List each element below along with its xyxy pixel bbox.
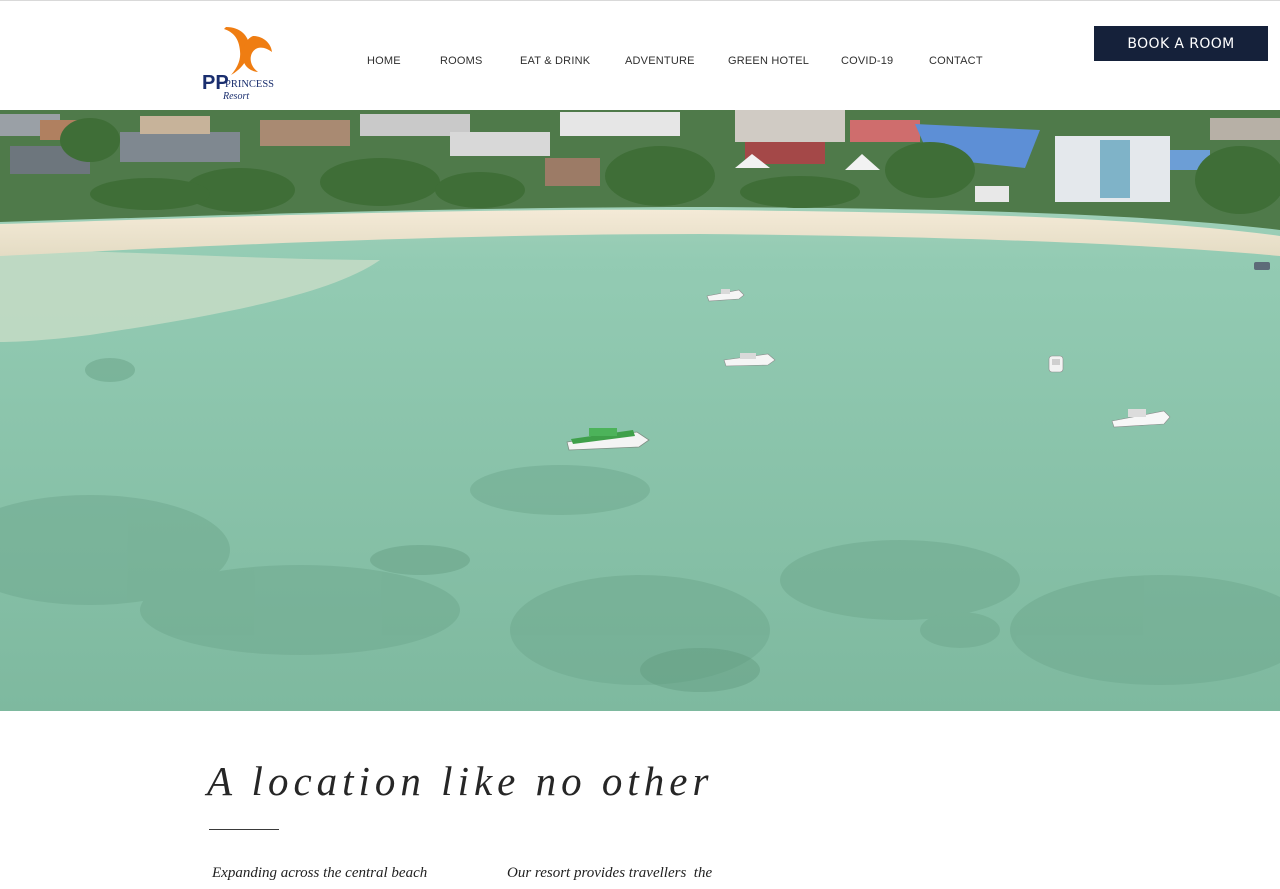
site-header: PP PRINCESS Resort HOME ROOMS EAT & DRIN…: [0, 1, 1280, 110]
nav-eat-drink[interactable]: EAT & DRINK: [520, 55, 590, 67]
intro-paragraph-right: Our resort provides travellers the: [507, 865, 713, 881]
nav-rooms[interactable]: ROOMS: [440, 55, 483, 67]
intro-paragraph-left: Expanding across the central beach: [212, 865, 428, 881]
section-title: A location like no other: [207, 758, 714, 804]
nav-home[interactable]: HOME: [367, 55, 401, 67]
nav-covid-19[interactable]: COVID-19: [841, 55, 893, 67]
nav-green-hotel[interactable]: GREEN HOTEL: [728, 55, 809, 67]
nav-contact[interactable]: CONTACT: [929, 55, 983, 67]
title-divider: [209, 829, 279, 830]
logo-resort-text: Resort: [222, 91, 249, 101]
logo-princess-text: PRINCESS: [225, 79, 274, 90]
hero-image: [0, 110, 1280, 711]
nav-adventure[interactable]: ADVENTURE: [625, 55, 695, 67]
book-a-room-button[interactable]: BOOK A ROOM: [1094, 26, 1268, 61]
pp-princess-logo[interactable]: PP PRINCESS Resort: [200, 23, 280, 101]
